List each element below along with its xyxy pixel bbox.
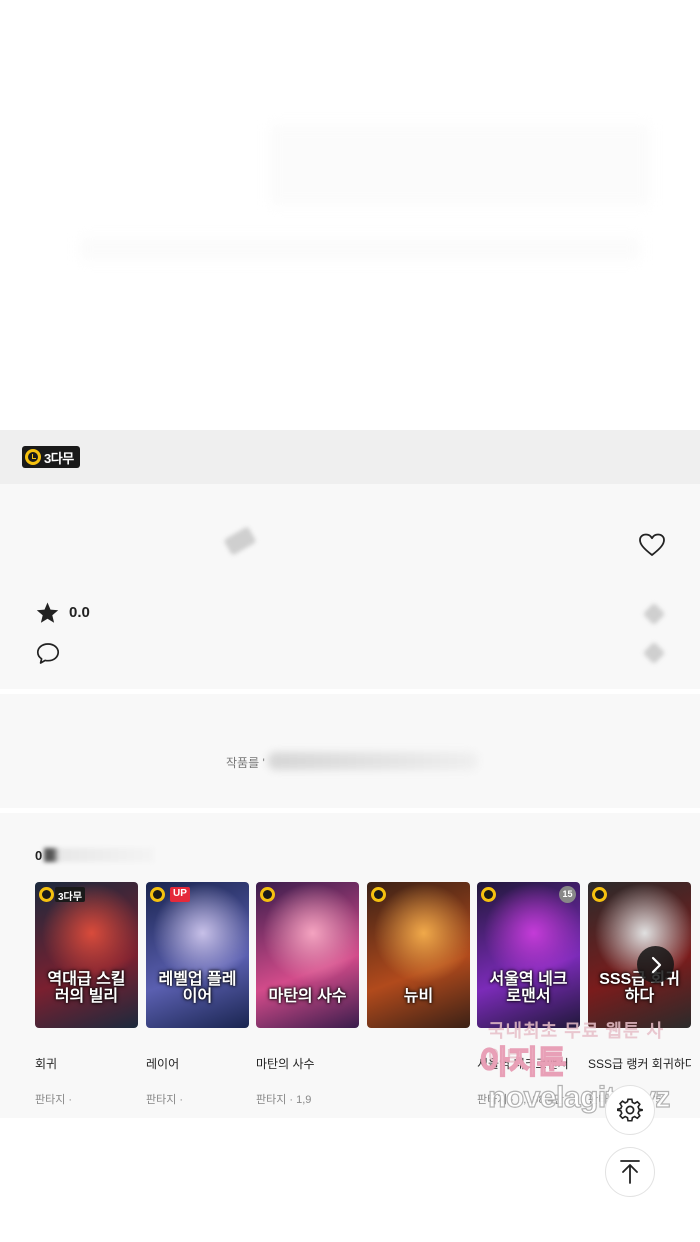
hero-blur-block xyxy=(270,125,650,205)
recommendation-card[interactable]: UP 레벨업 플레이어레이어판타지 · xyxy=(146,882,249,1107)
next-button[interactable] xyxy=(637,946,674,983)
cover-art xyxy=(146,882,249,1028)
star-icon xyxy=(36,602,59,623)
arrow-up-icon xyxy=(620,1160,640,1184)
recommendations-title: 0 xyxy=(35,848,43,863)
rating-value: 0.0 xyxy=(69,604,90,621)
recommendation-card[interactable]: 뉴비 xyxy=(367,882,470,1091)
wait-free-label: 3다무 xyxy=(44,450,74,466)
card-meta: 판타지 · 1,9 xyxy=(256,1094,312,1106)
cover-image[interactable]: 3다무역대급 스킬러의 빌리 xyxy=(35,882,138,1028)
scroll-top-button[interactable] xyxy=(605,1147,655,1197)
comment-icon[interactable] xyxy=(36,642,60,665)
hero-banner xyxy=(0,0,700,430)
recommendation-card[interactable]: 15 서울역 네크로맨서 서울역 네크로맨서 판타지 · 1,198.4만 xyxy=(477,882,580,1107)
clock-icon xyxy=(25,449,41,465)
card-meta: 판타지 · 1,198.4만 xyxy=(477,1094,564,1106)
age-rating-badge: 15 xyxy=(559,886,576,903)
card-title[interactable]: 회귀 xyxy=(35,1057,138,1087)
card-title[interactable]: 마탄의 사수 xyxy=(256,1057,359,1087)
recommendations-title-blur xyxy=(44,848,154,862)
cover-title-art: 마탄의 사수 xyxy=(268,988,347,1006)
clock-icon xyxy=(592,887,607,902)
cover-title-art: 뉴비 xyxy=(403,988,434,1006)
clock-icon xyxy=(150,887,165,902)
cover-image[interactable]: 15 서울역 네크로맨서 xyxy=(477,882,580,1028)
clock-icon xyxy=(39,887,54,902)
settings-button[interactable] xyxy=(605,1085,655,1135)
up-badge: UP xyxy=(170,887,190,902)
card-title[interactable]: 레이어 xyxy=(146,1057,249,1087)
recommendation-card[interactable]: 3다무역대급 스킬러의 빌리회귀판타지 · xyxy=(35,882,138,1107)
badge-bar xyxy=(0,430,700,484)
cover-title-art: SSS급 회귀하다 xyxy=(599,970,680,1006)
notice-section xyxy=(0,694,700,808)
cover-image[interactable]: UP 레벨업 플레이어 xyxy=(146,882,249,1028)
card-title[interactable]: 서울역 네크로맨서 xyxy=(477,1057,580,1087)
clock-icon xyxy=(260,887,275,902)
cover-image[interactable]: 뉴비 xyxy=(367,882,470,1028)
hero-blur-line xyxy=(80,238,640,260)
cover-image[interactable]: 마탄의 사수 xyxy=(256,882,359,1028)
clock-icon xyxy=(371,887,386,902)
cover-title-art: 역대급 스킬러의 빌리 xyxy=(47,970,126,1006)
corner-watermark xyxy=(625,1195,675,1223)
wait-free-badge: 3다무 xyxy=(22,446,80,468)
recommendation-card[interactable]: 마탄의 사수 마탄의 사수 판타지 · 1,9 xyxy=(256,882,359,1107)
notice-blur xyxy=(268,752,478,770)
cover-art xyxy=(477,882,580,1028)
info-section xyxy=(0,484,700,689)
cover-art xyxy=(256,882,359,1028)
cover-art xyxy=(367,882,470,1028)
cover-title-art: 레벨업 플레이어 xyxy=(158,970,237,1006)
card-title[interactable] xyxy=(367,1057,470,1087)
heart-icon[interactable] xyxy=(639,533,665,557)
card-meta: 판타지 · xyxy=(146,1094,184,1106)
chevron-right-icon xyxy=(651,956,661,973)
card-title[interactable]: SSS급 랭커 회귀하다 xyxy=(588,1057,691,1087)
recommendation-card[interactable]: SSS급 회귀하다SSS급 랭커 회귀하다판타지 · 204.75 xyxy=(588,882,691,1107)
notice-text: 작품를 ' xyxy=(226,756,265,770)
clock-icon xyxy=(481,887,496,902)
wait-free-badge: 3다무 xyxy=(55,887,85,903)
cover-title-art: 서울역 네크로맨서 xyxy=(489,970,568,1006)
card-meta: 판타지 · xyxy=(35,1094,73,1106)
gear-icon xyxy=(617,1098,643,1122)
cover-art xyxy=(35,882,138,1028)
